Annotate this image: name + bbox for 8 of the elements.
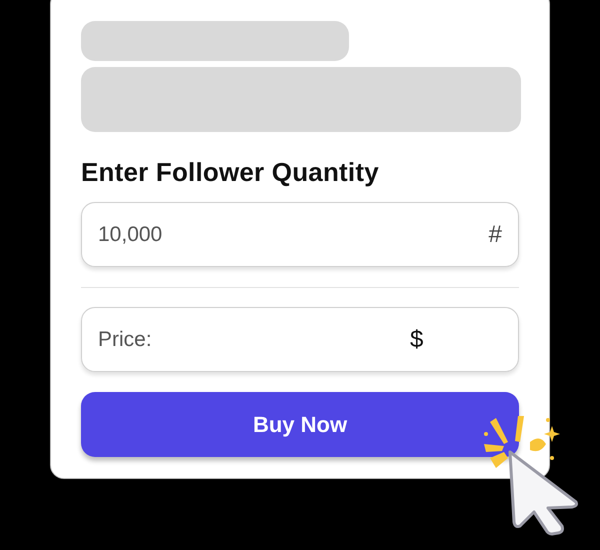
price-label: Price: <box>98 326 153 353</box>
price-field[interactable]: Price: $ <box>81 307 519 372</box>
hash-symbol: # <box>488 220 502 250</box>
buy-now-button[interactable]: Buy Now <box>81 392 519 457</box>
form-heading: Enter Follower Quantity <box>81 156 380 188</box>
quantity-value: 10,000 <box>98 222 162 248</box>
dollar-symbol: $ <box>410 324 424 354</box>
quantity-field[interactable]: 10,000 # <box>81 202 519 267</box>
